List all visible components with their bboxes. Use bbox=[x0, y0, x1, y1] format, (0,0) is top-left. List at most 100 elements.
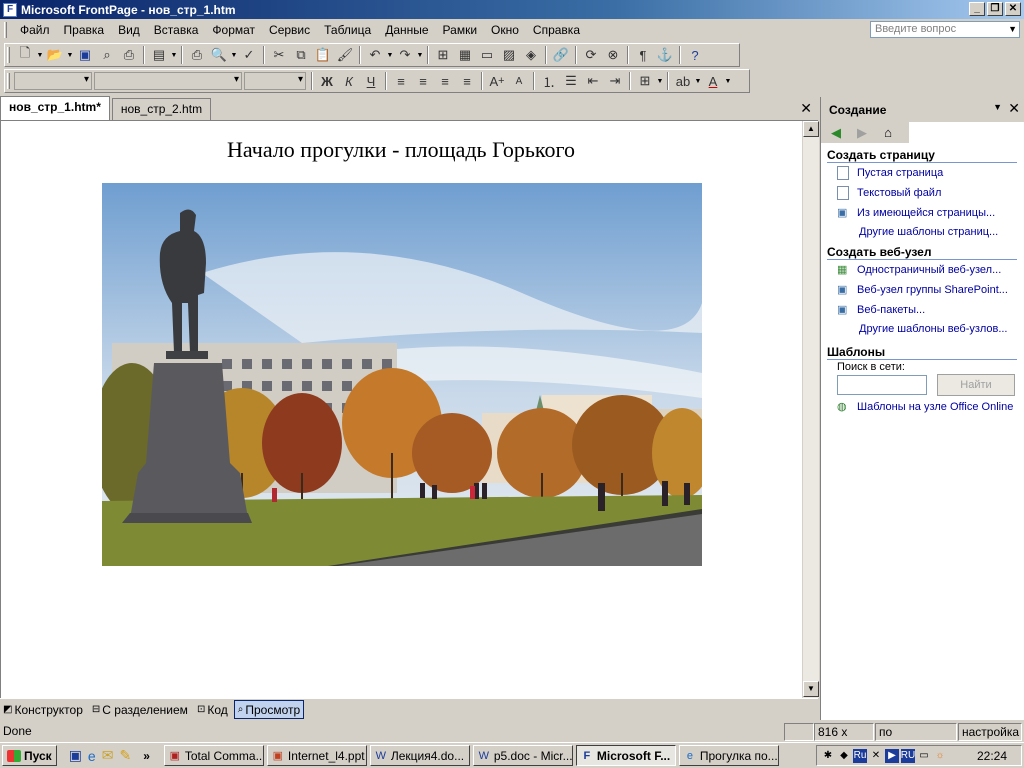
decrease-font-icon[interactable]: A bbox=[508, 71, 530, 91]
menu-frames[interactable]: Рамки bbox=[436, 20, 484, 40]
stop-icon[interactable]: ⊗ bbox=[602, 45, 624, 65]
status-custom[interactable]: настройка bbox=[958, 723, 1022, 741]
redo-icon[interactable]: ↷ bbox=[394, 45, 416, 65]
highlight-icon[interactable]: ab bbox=[672, 71, 694, 91]
menu-window[interactable]: Окно bbox=[484, 20, 526, 40]
toolbar-grip[interactable] bbox=[7, 73, 10, 89]
cut-icon[interactable]: ✂ bbox=[268, 45, 290, 65]
start-button[interactable]: Пуск bbox=[2, 745, 57, 766]
back-icon[interactable]: ◀ bbox=[825, 124, 847, 142]
menu-format[interactable]: Формат bbox=[205, 20, 262, 40]
task-walk[interactable]: e Прогулка по... bbox=[678, 745, 779, 766]
forward-icon[interactable]: ▶ bbox=[851, 124, 873, 142]
desktop-icon[interactable]: ▣ bbox=[69, 747, 82, 764]
chevron-down-icon[interactable]: ▼ bbox=[694, 78, 702, 85]
bold-icon[interactable]: Ж bbox=[316, 71, 338, 91]
link-web-packages[interactable]: ▣ Веб-пакеты... bbox=[837, 303, 925, 317]
close-document-icon[interactable]: ✕ bbox=[800, 100, 812, 117]
search-icon[interactable]: ⌕ bbox=[96, 45, 118, 65]
minimize-button[interactable]: _ bbox=[969, 2, 985, 16]
task-word-p5[interactable]: Wp5.doc - Micr... bbox=[472, 745, 573, 766]
save-icon[interactable]: ▣ bbox=[74, 45, 96, 65]
chevron-down-icon[interactable]: ▼ bbox=[724, 78, 732, 85]
window-icon[interactable]: ▭ bbox=[917, 749, 931, 763]
toggle-pane-icon[interactable]: ▤ bbox=[148, 45, 170, 65]
style-select[interactable] bbox=[14, 72, 92, 90]
link-from-existing[interactable]: ▣ Из имеющейся страницы... bbox=[837, 206, 995, 220]
align-right-icon[interactable]: ≡ bbox=[434, 71, 456, 91]
find-button[interactable]: Найти bbox=[937, 374, 1015, 396]
anchor-icon[interactable]: ⚓ bbox=[654, 45, 676, 65]
pilcrow-icon[interactable]: ¶ bbox=[632, 45, 654, 65]
menu-file[interactable]: Файл bbox=[13, 20, 57, 40]
chevron-down-icon[interactable]: ▼ bbox=[66, 52, 74, 59]
help-icon[interactable]: ? bbox=[684, 45, 706, 65]
view-code-button[interactable]: ⊡ Код bbox=[194, 700, 231, 719]
justify-icon[interactable]: ≡ bbox=[456, 71, 478, 91]
new-page-icon[interactable]: 🗋 bbox=[14, 45, 36, 65]
tab-page-2[interactable]: нов_стр_2.htm bbox=[111, 98, 212, 120]
menu-view[interactable]: Вид bbox=[111, 20, 147, 40]
link-sharepoint-web[interactable]: ▣ Веб-узел группы SharePoint... bbox=[837, 283, 1008, 297]
italic-icon[interactable]: К bbox=[338, 71, 360, 91]
pencil-icon[interactable]: ✎ bbox=[119, 747, 131, 764]
outlook-icon[interactable]: ✉ bbox=[102, 747, 114, 764]
align-center-icon[interactable]: ≡ bbox=[412, 71, 434, 91]
chevron-down-icon[interactable]: ▼ bbox=[1008, 22, 1017, 37]
refresh-icon[interactable]: ⟳ bbox=[580, 45, 602, 65]
home-icon[interactable]: ⌂ bbox=[877, 124, 899, 142]
link-one-page-web[interactable]: ▦ Одностраничный веб-узел... bbox=[837, 263, 1001, 277]
format-painter-icon[interactable]: 🖌 bbox=[334, 45, 356, 65]
menu-tools[interactable]: Сервис bbox=[262, 20, 317, 40]
chevron-down-icon[interactable]: ▼ bbox=[36, 52, 44, 59]
menu-edit[interactable]: Правка bbox=[57, 20, 112, 40]
park-photo[interactable] bbox=[102, 183, 702, 566]
lang-badge[interactable]: Ru bbox=[853, 748, 867, 763]
ask-question-box[interactable]: Введите вопрос ▼ bbox=[870, 21, 1020, 38]
web-component-icon[interactable]: ⊞ bbox=[432, 45, 454, 65]
menu-grip[interactable] bbox=[4, 22, 7, 38]
more-icon[interactable]: » bbox=[143, 749, 150, 763]
chevron-down-icon[interactable]: ▼ bbox=[416, 52, 424, 59]
menu-data[interactable]: Данные bbox=[378, 20, 435, 40]
antivirus-icon[interactable]: ✱ bbox=[821, 749, 835, 763]
menu-help[interactable]: Справка bbox=[526, 20, 587, 40]
insert-table-icon[interactable]: ▦ bbox=[454, 45, 476, 65]
insert-picture-icon[interactable]: ▨ bbox=[498, 45, 520, 65]
task-frontpage[interactable]: F Microsoft F... bbox=[575, 745, 676, 766]
undo-icon[interactable]: ↶ bbox=[364, 45, 386, 65]
view-split-button[interactable]: ⊟ С разделением bbox=[89, 700, 191, 719]
view-design-button[interactable]: ◩ Конструктор bbox=[0, 700, 86, 719]
open-folder-icon[interactable]: 📂 bbox=[44, 45, 66, 65]
view-preview-button[interactable]: ⌕ Просмотр bbox=[233, 700, 305, 719]
align-left-icon[interactable]: ≡ bbox=[390, 71, 412, 91]
task-total-commander[interactable]: ▣ Total Comma... bbox=[163, 745, 264, 766]
menu-table[interactable]: Таблица bbox=[317, 20, 378, 40]
lang-badge[interactable]: RU bbox=[901, 748, 915, 763]
chevron-down-icon[interactable]: ▼ bbox=[230, 52, 238, 59]
chevron-down-icon[interactable]: ▼ bbox=[993, 102, 1002, 112]
close-button[interactable]: ✕ bbox=[1005, 2, 1021, 16]
vertical-scrollbar[interactable]: ▲ ▼ bbox=[802, 121, 819, 698]
internet-explorer-icon[interactable]: e bbox=[88, 748, 96, 764]
page-editor[interactable]: Начало прогулки - площадь Горького ▲ ▼ bbox=[0, 121, 819, 698]
toolbar-grip[interactable] bbox=[7, 47, 10, 63]
status-page-size[interactable]: 816 x 577 bbox=[814, 723, 874, 755]
link-more-page-templates[interactable]: Другие шаблоны страниц... bbox=[859, 226, 998, 238]
numbered-list-icon[interactable]: ⒈ bbox=[538, 71, 560, 91]
bullet-list-icon[interactable]: ☰ bbox=[560, 71, 582, 91]
paste-icon[interactable]: 📋 bbox=[312, 45, 334, 65]
task-powerpoint[interactable]: ▣ Internet_l4.ppt bbox=[266, 745, 367, 766]
increase-indent-icon[interactable]: ⇥ bbox=[604, 71, 626, 91]
template-search-input[interactable] bbox=[837, 375, 927, 395]
preview-icon[interactable]: 🔍 bbox=[208, 45, 230, 65]
chevron-down-icon[interactable]: ▼ bbox=[386, 52, 394, 59]
task-word-lecture[interactable]: W Лекция4.do... bbox=[369, 745, 470, 766]
spelling-icon[interactable]: ✓ bbox=[238, 45, 260, 65]
scroll-up-icon[interactable]: ▲ bbox=[803, 121, 819, 137]
decrease-indent-icon[interactable]: ⇤ bbox=[582, 71, 604, 91]
print-icon[interactable]: ⎙ bbox=[186, 45, 208, 65]
borders-icon[interactable]: ⊞ bbox=[634, 71, 656, 91]
sun-icon[interactable]: ☼ bbox=[933, 749, 947, 763]
menu-insert[interactable]: Вставка bbox=[147, 20, 206, 40]
